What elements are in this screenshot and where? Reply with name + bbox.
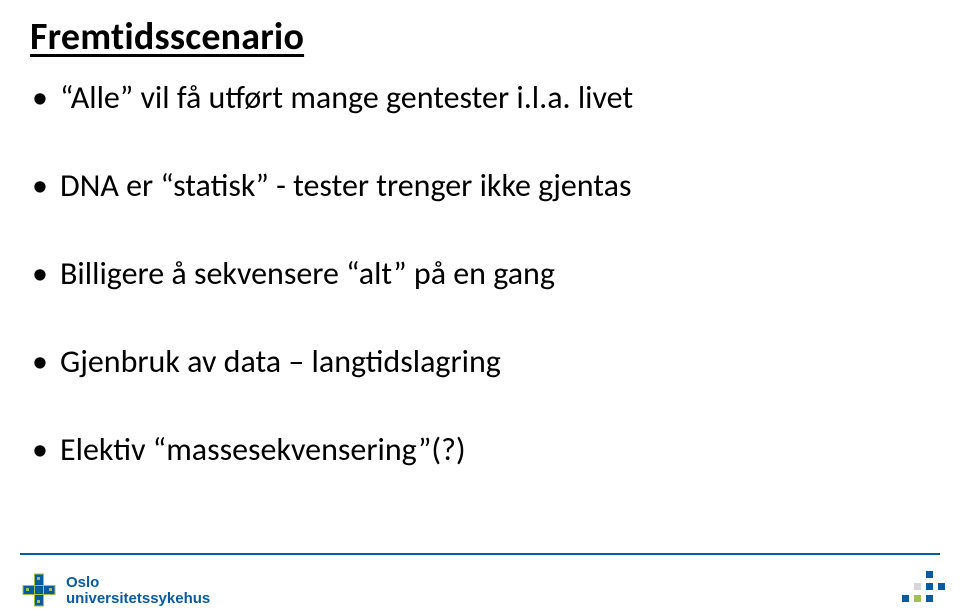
bullet-text: Elektiv (60, 430, 153, 469)
plus-icon (20, 571, 58, 609)
bullet-item: DNA er statisk - tester trenger ikke gje… (30, 166, 930, 206)
bullet-text: - tester trenger ikke gjentas (269, 166, 632, 205)
quoted-text: statisk (160, 166, 268, 205)
slide-footer: Oslo universitetssykehus (0, 553, 960, 615)
bullet-item: Billigere å sekvensere alt på en gang (30, 254, 930, 294)
corner-dots-icon (902, 571, 946, 605)
bullet-text: DNA er (60, 166, 160, 205)
footer-rule (20, 553, 940, 555)
slide-title: Fremtidsscenario (30, 14, 930, 60)
hospital-logo-text: Oslo universitetssykehus (66, 575, 210, 606)
bullet-text: på en gang (407, 254, 555, 293)
bullet-text: (?) (431, 430, 465, 469)
bullet-item: Alle vil få utført mange gentester i.l.a… (30, 78, 930, 118)
bullet-text: Billigere å sekvensere (60, 254, 346, 293)
logo-line-2: universitetssykehus (66, 591, 210, 606)
quoted-text: alt (346, 254, 407, 293)
quoted-text: Alle (60, 78, 133, 117)
bullet-item: Elektiv massesekvensering(?) (30, 430, 930, 470)
bullet-text: vil få utført mange gentester i.l.a. liv… (133, 78, 633, 117)
slide: Fremtidsscenario Alle vil få utført mang… (0, 0, 960, 615)
quoted-text: massesekvensering (153, 430, 432, 469)
bullet-text: Gjenbruk av data – langtidslagring (60, 342, 501, 381)
hospital-logo: Oslo universitetssykehus (20, 571, 210, 609)
bullet-list: Alle vil få utført mange gentester i.l.a… (30, 78, 930, 470)
logo-line-1: Oslo (66, 575, 210, 590)
bullet-item: Gjenbruk av data – langtidslagring (30, 342, 930, 382)
